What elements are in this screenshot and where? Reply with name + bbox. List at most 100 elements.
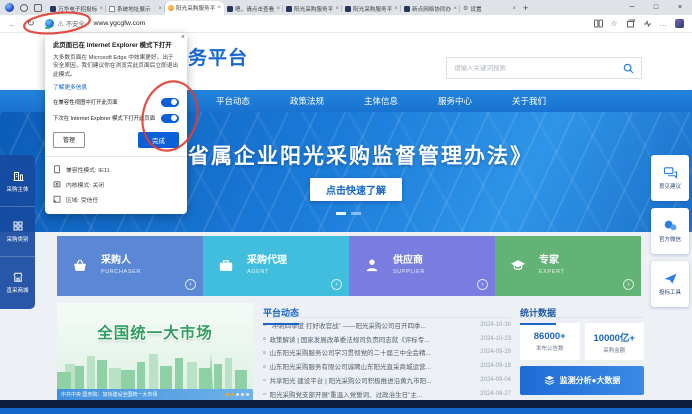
tab-close-icon[interactable]: × [394,6,398,12]
news-header-label[interactable]: 平台动态 [263,306,299,325]
banner-title: 省属企业阳光采购监督管理办法》 [188,140,533,170]
rail-item-wechat[interactable]: 官方微信 [651,208,689,254]
dialog-close-icon[interactable]: × [178,31,188,44]
tab-wanhua-bidding[interactable]: 万华电子招投标× [47,2,106,15]
tab-actions-icon[interactable] [34,4,42,12]
nav-item-policies[interactable]: 政策法规 [270,95,344,107]
favorites-star-icon[interactable]: ☆ [611,19,618,28]
search-icon[interactable] [623,63,634,74]
layers-icon [544,375,555,386]
rail-item-procurement-categories[interactable]: 采购类别 [0,207,35,257]
tab-sunshine-procurement-3[interactable]: 阳光采购服务平× [342,2,401,15]
tab-epoint-collaboration[interactable]: 新点网络协同办× [401,2,460,15]
search-input[interactable] [454,65,623,72]
ie-mode-icon[interactable] [45,19,54,28]
platform-news-section: 平台动态 “冲刺四季度 打好收官战” ——阳光采购公司召开四季...2024-1… [263,303,511,401]
rail-item-feedback[interactable]: 意见建议 [651,155,689,201]
refresh-icon[interactable]: ↻ [27,18,35,29]
bullet-icon [263,337,266,340]
graduation-cap-icon [509,257,527,275]
left-rail: 采购主体 采购类别 直采商城 [0,155,35,309]
browser-essentials-icon[interactable] [643,19,652,28]
not-secure-warning-icon[interactable]: ⚠ [58,20,64,28]
not-secure-label[interactable]: 不安全 [66,19,85,28]
rail-item-bidding-tools[interactable]: 投标工具 [651,261,689,307]
rail-item-label: 意见建议 [659,182,681,190]
briefcase-icon [217,257,235,275]
tab-system-address[interactable]: 系统地址展示× [106,2,165,15]
tab-close-icon[interactable]: × [158,6,162,12]
card-agent[interactable]: 采购代理AGENT › [203,236,349,296]
window-close-button[interactable]: × [668,4,692,11]
more-options-icon[interactable]: … [660,19,668,28]
news-item[interactable]: 山东阳光采购服务有限公司诚聘山东阳光直采商城运营...2024-09-18 [263,359,511,373]
window-maximize-button[interactable]: □ [644,4,668,11]
url-text[interactable]: www.ygcgfw.com [94,20,146,27]
workspaces-icon[interactable] [20,4,28,12]
gear-icon: ⚙ [463,6,468,12]
news-item[interactable]: 山东阳光采购服务公司学习贯彻党的二十届三中全会精...2024-09-29 [263,346,511,360]
nav-item-about[interactable]: 关于我们 [492,95,566,107]
news-section-header: 平台动态 [263,303,511,318]
arrow-circle-icon[interactable]: › [331,279,342,290]
back-icon[interactable]: ← [8,19,17,29]
browser-logo-icon[interactable] [5,3,14,12]
carousel-indicator[interactable] [336,212,361,215]
done-button[interactable]: 完成 [138,132,179,148]
card-purchaser[interactable]: 采购人PURCHASER › [57,236,203,296]
news-item[interactable]: 共享阳光 建设平台 | 阳光采购公司积极推进沿黄九市阳...2024-09-04 [263,373,511,387]
news-item[interactable]: 阳光采购党支部开展“重温入党誓词、过政治生日”主...2024-08-27 [263,387,511,401]
rail-item-direct-mall[interactable]: 直采商城 [0,257,35,307]
news-title[interactable]: 山东阳光采购服务公司学习贯彻党的二十届三中全会精... [270,347,477,357]
profile-avatar[interactable] [675,19,684,28]
arrow-circle-icon[interactable]: › [477,279,488,290]
tab-favicon [345,6,351,12]
compat-view-toggle[interactable] [161,98,179,107]
tab-click-to-view[interactable]: 嗯，请点击查看× [224,2,283,15]
arrow-circle-icon[interactable]: › [185,279,196,290]
tab-settings[interactable]: ⚙设置× [460,2,519,15]
site-search-box[interactable] [446,57,642,79]
news-title[interactable]: 山东阳光采购服务有限公司诚聘山东阳光直采商城运营... [270,361,477,371]
nav-item-platform-news[interactable]: 平台动态 [196,95,270,107]
news-title[interactable]: 共享阳光 建设平台 | 阳光采购公司积极推进沿黄九市阳... [270,375,477,385]
carousel-dots[interactable] [226,393,249,396]
monitoring-bigdata-button[interactable]: 监测分析●大数据 [520,366,644,395]
tab-sunshine-procurement-active[interactable]: 阳光采购服务平× [165,1,224,15]
news-title[interactable]: 阳光采购党支部开展“重温入党誓词、过政治生日”主... [270,389,477,399]
card-expert[interactable]: 专家EXPERT › [495,236,641,296]
card-supplier[interactable]: 供应商SUPPLIER › [349,236,495,296]
collections-icon[interactable] [626,19,635,28]
zone-info-row: 区域: 受信任 [53,192,179,207]
arrow-circle-icon[interactable]: › [623,279,634,290]
open-next-time-toggle[interactable] [161,114,179,123]
news-title[interactable]: “冲刺四季度 打好收官战” ——阳光采购公司召开四季... [270,320,477,330]
tab-close-icon[interactable]: × [276,6,280,12]
tab-close-icon[interactable]: × [217,5,221,11]
card-subtitle: SUPPLIER [393,269,425,275]
rail-item-procurement-entities[interactable]: 采购主体 [0,157,35,207]
grid-icon [12,220,24,232]
tab-close-icon[interactable]: × [453,6,457,12]
banner-learn-more-button[interactable]: 点击快速了解 [310,178,402,201]
unified-market-banner[interactable]: 全国统一大市场 中共中央 国务院：加快建设全国统一大市场 [57,303,253,400]
news-title[interactable]: 政策解读 | 国家发展改革委法规司负责同志就《评标专... [270,334,477,344]
tab-sunshine-procurement-2[interactable]: 阳光采购服务平× [283,2,342,15]
news-date: 2024-09-04 [480,377,511,383]
stats-section-header: 统计数据 [520,303,644,318]
bullet-icon [263,379,266,382]
tab-close-icon[interactable]: × [512,6,516,12]
tab-close-icon[interactable]: × [335,6,339,12]
url-divider: | [88,20,90,27]
tab-close-icon[interactable]: × [99,6,103,12]
manage-button[interactable]: 管理 [53,132,85,148]
news-item[interactable]: “冲刺四季度 打好收官战” ——阳光采购公司召开四季...2024-10-30 [263,318,511,332]
basket-icon [71,257,89,275]
learn-more-link[interactable]: 了解更多信息 [53,82,179,91]
news-item[interactable]: 政策解读 | 国家发展改革委法规司负责同志就《评标专...2024-10-23 [263,332,511,346]
split-screen-icon[interactable] [594,19,603,28]
new-tab-button[interactable]: + [523,3,528,13]
nav-item-services[interactable]: 服务中心 [418,95,492,107]
nav-item-entities[interactable]: 主体信息 [344,95,418,107]
window-minimize-button[interactable]: ─ [620,4,644,11]
